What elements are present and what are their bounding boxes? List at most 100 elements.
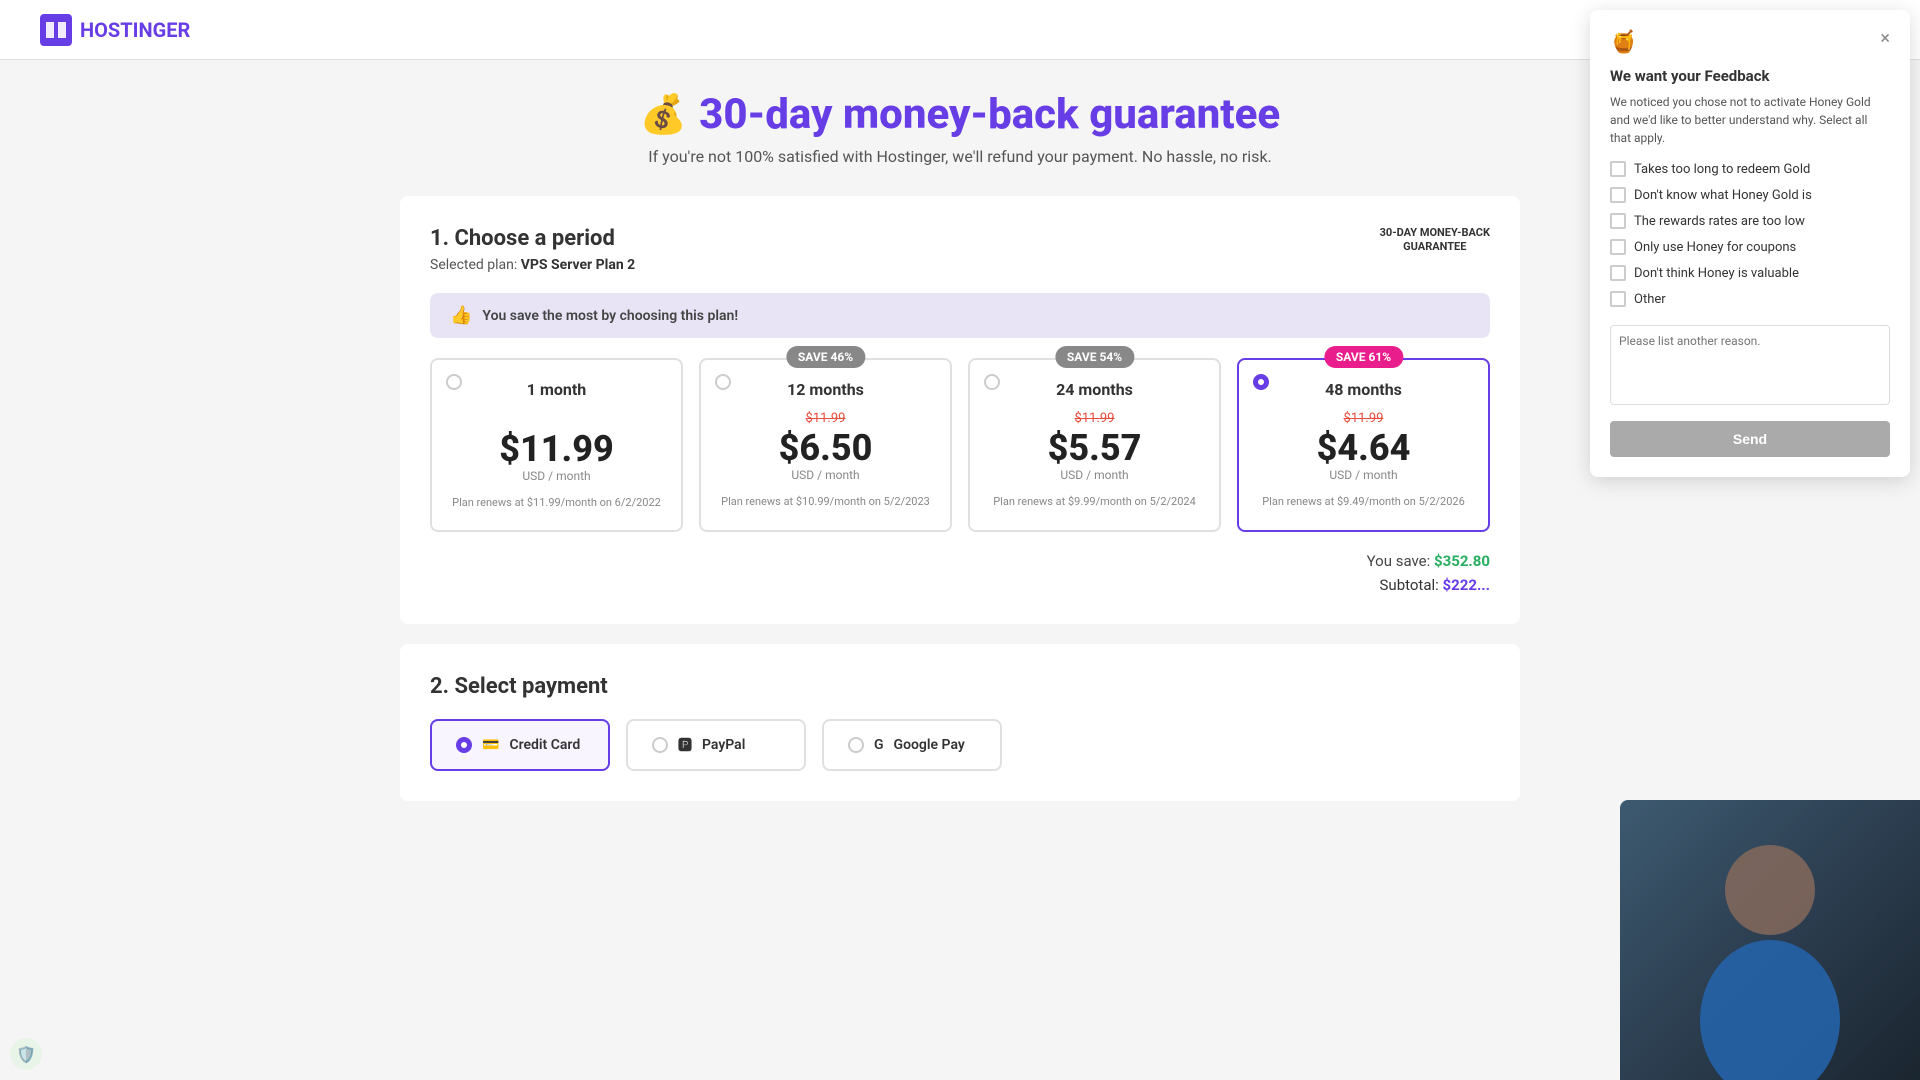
plan-12-months-duration: 12 months (717, 380, 934, 399)
payment-options: 💳 Credit Card 🅿 PayPal G Google Pay (430, 719, 1490, 771)
plan-1-month-duration: 1 month (448, 380, 665, 399)
plan-1-month[interactable]: 1 month $11.99 USD / month Plan renews a… (430, 358, 683, 532)
webcam-overlay (1620, 800, 1920, 1080)
you-save-amount: $352.80 (1434, 552, 1490, 570)
feedback-description: We noticed you chose not to activate Hon… (1610, 93, 1890, 147)
feedback-header: 🍯 × (1610, 30, 1890, 55)
guarantee-badge-line2: GUARANTEE (1380, 240, 1490, 254)
subtotal-row: Subtotal: $222... (430, 576, 1490, 594)
feedback-textarea[interactable] (1610, 325, 1890, 405)
paypal-label: PayPal (702, 737, 745, 753)
feedback-checkbox-2[interactable] (1610, 187, 1626, 203)
plan-48-months-renew: Plan renews at $9.49/month on 5/2/2026 (1255, 494, 1472, 509)
section-header-left: 1. Choose a period Selected plan: VPS Se… (430, 226, 635, 273)
selected-plan-value: VPS Server Plan 2 (521, 257, 635, 273)
plan-12-months-radio[interactable] (715, 374, 731, 390)
money-back-title-text: 30-day money-back guarantee (699, 90, 1280, 139)
thumbs-up-icon: 👍 (450, 305, 472, 326)
plan-12-months-badge: SAVE 46% (786, 346, 865, 368)
plan-24-months-renew: Plan renews at $9.99/month on 5/2/2024 (986, 494, 1203, 509)
feedback-option-3-label: The rewards rates are too low (1634, 214, 1805, 229)
payment-googlepay-radio[interactable] (848, 737, 864, 753)
money-back-subtitle: If you're not 100% satisfied with Hostin… (400, 147, 1520, 166)
plan-24-months-original: $11.99 (986, 411, 1203, 426)
plan-1-month-radio[interactable] (446, 374, 462, 390)
subtotal-label: Subtotal: (1380, 576, 1439, 594)
feedback-send-button[interactable]: Send (1610, 421, 1890, 457)
main-content: 💰 30-day money-back guarantee If you're … (360, 60, 1560, 831)
plan-12-months-unit: USD / month (717, 468, 934, 482)
feedback-option-4-label: Only use Honey for coupons (1634, 240, 1796, 255)
credit-card-label: Credit Card (509, 737, 580, 753)
plan-48-months-unit: USD / month (1255, 468, 1472, 482)
feedback-option-6-label: Other (1634, 292, 1666, 307)
pricing-grid: 1 month $11.99 USD / month Plan renews a… (430, 358, 1490, 532)
googlepay-label: Google Pay (894, 737, 965, 753)
feedback-close-button[interactable]: × (1880, 30, 1890, 48)
feedback-checkbox-5[interactable] (1610, 265, 1626, 281)
subtotal-amount: $222... (1443, 576, 1490, 594)
payment-paypal[interactable]: 🅿 PayPal (626, 719, 806, 771)
feedback-checkbox-3[interactable] (1610, 213, 1626, 229)
payment-section: 2. Select payment 💳 Credit Card 🅿 PayPal… (400, 644, 1520, 801)
plan-48-months-badge: SAVE 61% (1324, 346, 1403, 368)
feedback-option-1-label: Takes too long to redeem Gold (1634, 162, 1810, 177)
payment-credit-card-radio[interactable] (456, 737, 472, 753)
plan-24-months[interactable]: SAVE 54% 24 months $11.99 $5.57 USD / mo… (968, 358, 1221, 532)
selected-plan-label: Selected plan: (430, 257, 517, 273)
feedback-checkbox-6[interactable] (1610, 291, 1626, 307)
plan-12-months[interactable]: SAVE 46% 12 months $11.99 $6.50 USD / mo… (699, 358, 952, 532)
shield-icon: 🛡️ (10, 1038, 42, 1070)
money-icon: 💰 (640, 93, 687, 137)
plan-48-months-radio[interactable] (1253, 374, 1269, 390)
payment-googlepay[interactable]: G Google Pay (822, 719, 1002, 771)
money-back-title: 💰 30-day money-back guarantee (400, 90, 1520, 139)
plan-1-month-price: $11.99 (448, 431, 665, 467)
feedback-panel: 🍯 × We want your Feedback We noticed you… (1590, 10, 1910, 477)
plan-1-month-renew: Plan renews at $11.99/month on 6/2/2022 (448, 495, 665, 510)
googlepay-icon: G (874, 737, 884, 753)
feedback-option-3: The rewards rates are too low (1610, 213, 1890, 229)
logo: HOSTINGER (40, 14, 190, 46)
feedback-checkbox-4[interactable] (1610, 239, 1626, 255)
plan-24-months-radio[interactable] (984, 374, 1000, 390)
feedback-option-6: Other (1610, 291, 1890, 307)
best-value-text: You save the most by choosing this plan! (482, 308, 738, 324)
guarantee-badge-line1: 30-DAY MONEY-BACK (1380, 226, 1490, 240)
paypal-icon: 🅿 (678, 735, 692, 755)
you-save-label: You save: (1367, 552, 1431, 570)
plan-48-months[interactable]: SAVE 61% 48 months $11.99 $4.64 USD / mo… (1237, 358, 1490, 532)
savings-row: You save: $352.80 (430, 552, 1490, 570)
plan-12-months-original: $11.99 (717, 411, 934, 426)
feedback-option-2-label: Don't know what Honey Gold is (1634, 188, 1812, 203)
payment-credit-card[interactable]: 💳 Credit Card (430, 719, 610, 771)
plan-24-months-unit: USD / month (986, 468, 1203, 482)
feedback-option-1: Takes too long to redeem Gold (1610, 161, 1890, 177)
feedback-option-5-label: Don't think Honey is valuable (1634, 266, 1799, 281)
plan-24-months-price: $5.57 (986, 430, 1203, 466)
logo-text: HOSTINGER (80, 18, 190, 42)
plan-12-months-renew: Plan renews at $10.99/month on 5/2/2023 (717, 494, 934, 509)
feedback-option-2: Don't know what Honey Gold is (1610, 187, 1890, 203)
plan-24-months-badge: SAVE 54% (1055, 346, 1134, 368)
plan-48-months-price: $4.64 (1255, 430, 1472, 466)
payment-title: 2. Select payment (430, 674, 1490, 699)
logo-icon (40, 14, 72, 46)
honey-icon: 🍯 (1610, 30, 1637, 55)
best-value-banner: 👍 You save the most by choosing this pla… (430, 293, 1490, 338)
person-silhouette (1670, 820, 1870, 1080)
feedback-option-5: Don't think Honey is valuable (1610, 265, 1890, 281)
section-title: 1. Choose a period (430, 226, 635, 251)
webcam-person (1620, 800, 1920, 1080)
feedback-checkbox-1[interactable] (1610, 161, 1626, 177)
plan-48-months-duration: 48 months (1255, 380, 1472, 399)
money-back-banner: 💰 30-day money-back guarantee If you're … (400, 90, 1520, 166)
plan-24-months-duration: 24 months (986, 380, 1203, 399)
credit-card-icon: 💳 (482, 737, 499, 753)
plan-12-months-price: $6.50 (717, 430, 934, 466)
payment-paypal-radio[interactable] (652, 737, 668, 753)
plan-48-months-original: $11.99 (1255, 411, 1472, 426)
section-header: 1. Choose a period Selected plan: VPS Se… (430, 226, 1490, 273)
feedback-title: We want your Feedback (1610, 67, 1890, 85)
guarantee-badge: 30-DAY MONEY-BACK GUARANTEE (1380, 226, 1490, 255)
